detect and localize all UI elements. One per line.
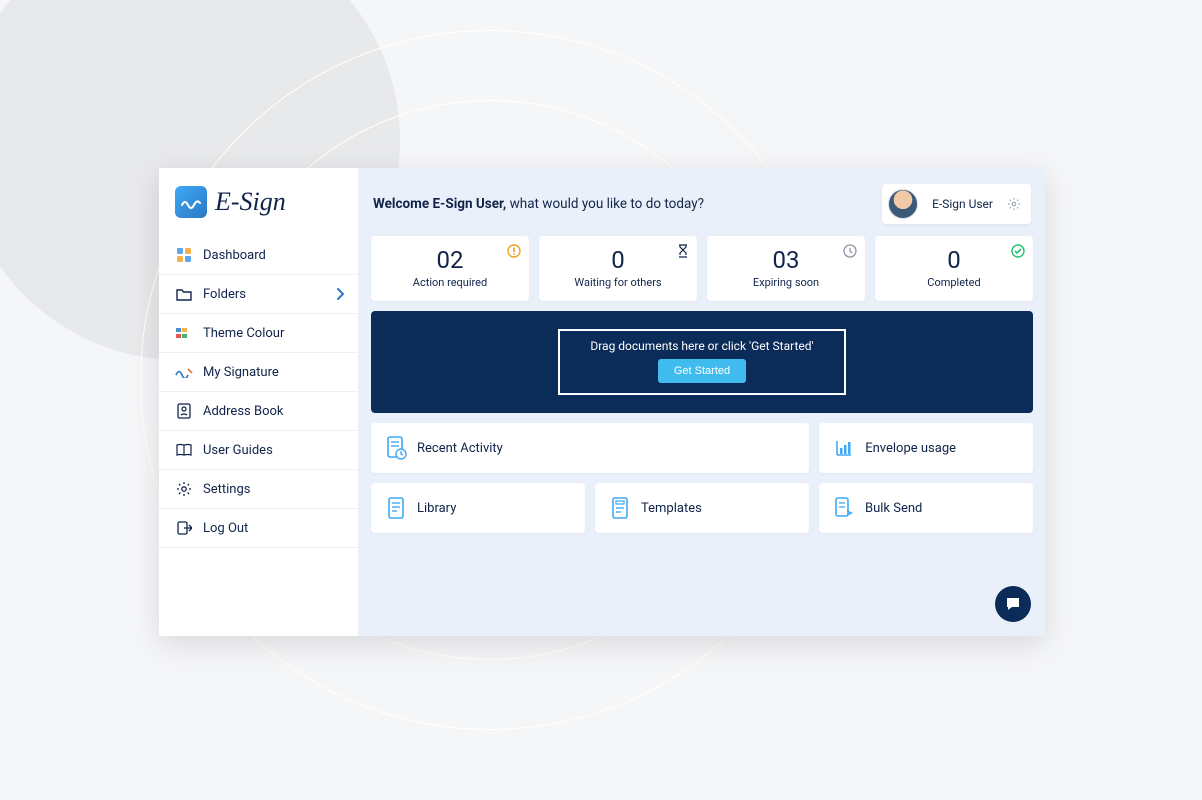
stat-expiring[interactable]: 03 Expiring soon [707, 236, 865, 301]
dropzone[interactable]: Drag documents here or click 'Get Starte… [558, 329, 845, 395]
stats-row: 02 Action required 0 Waiting for others … [371, 236, 1033, 301]
stat-waiting[interactable]: 0 Waiting for others [539, 236, 697, 301]
sidebar: E-Sign Dashboard Folders [159, 168, 359, 636]
stat-label: Waiting for others [547, 276, 689, 289]
sidebar-item-label: User Guides [203, 443, 273, 458]
row-activity-usage: Recent Activity Envelope usage [371, 423, 1033, 473]
hourglass-icon [677, 244, 689, 258]
chevron-right-icon [336, 288, 344, 300]
sidebar-item-signature[interactable]: My Signature [159, 353, 358, 392]
user-menu[interactable]: E-Sign User [882, 184, 1031, 224]
card-bulk-send[interactable]: Bulk Send [819, 483, 1033, 533]
sidebar-item-label: Settings [203, 482, 250, 497]
bar-chart-icon [833, 435, 855, 461]
card-label: Bulk Send [865, 501, 922, 516]
sidebar-item-label: Theme Colour [203, 326, 284, 341]
sidebar-item-label: Folders [203, 287, 246, 302]
sidebar-item-settings[interactable]: Settings [159, 470, 358, 509]
folder-icon [175, 285, 193, 303]
stat-value: 02 [379, 246, 521, 274]
logout-icon [175, 519, 193, 537]
card-label: Library [417, 501, 456, 516]
topbar: Welcome E-Sign User, what would you like… [371, 180, 1033, 226]
bulk-send-icon [833, 495, 855, 521]
alert-icon [507, 244, 521, 258]
main-panel: Welcome E-Sign User, what would you like… [359, 168, 1045, 636]
brand-logo: E-Sign [159, 168, 358, 236]
brand-name: E-Sign [215, 187, 286, 217]
chat-fab[interactable] [995, 586, 1031, 622]
sidebar-item-theme[interactable]: Theme Colour [159, 314, 358, 353]
sidebar-item-label: My Signature [203, 365, 279, 380]
user-name: E-Sign User [932, 197, 993, 211]
dropzone-hint: Drag documents here or click 'Get Starte… [590, 339, 813, 353]
row-library-templates-bulk: Library Templates Bulk Send [371, 483, 1033, 533]
sidebar-item-label: Dashboard [203, 248, 266, 263]
sidebar-nav: Dashboard Folders Theme Colour [159, 236, 358, 548]
stat-value: 0 [883, 246, 1025, 274]
sidebar-item-dashboard[interactable]: Dashboard [159, 236, 358, 275]
card-library[interactable]: Library [371, 483, 585, 533]
stat-label: Action required [379, 276, 521, 289]
sidebar-item-label: Log Out [203, 521, 248, 536]
avatar [888, 189, 918, 219]
dashboard-icon [175, 246, 193, 264]
sidebar-item-label: Address Book [203, 404, 283, 419]
clock-icon [843, 244, 857, 258]
stat-value: 03 [715, 246, 857, 274]
signature-icon [175, 363, 193, 381]
chat-icon [1004, 595, 1022, 613]
card-recent-activity[interactable]: Recent Activity [371, 423, 809, 473]
check-icon [1011, 244, 1025, 258]
sidebar-item-folders[interactable]: Folders [159, 275, 358, 314]
stat-label: Expiring soon [715, 276, 857, 289]
stat-completed[interactable]: 0 Completed [875, 236, 1033, 301]
book-icon [175, 441, 193, 459]
get-started-button[interactable]: Get Started [658, 359, 746, 383]
stat-label: Completed [883, 276, 1025, 289]
welcome-prefix: Welcome E-Sign User, [373, 196, 506, 212]
theme-icon [175, 324, 193, 342]
sidebar-item-addressbook[interactable]: Address Book [159, 392, 358, 431]
stat-value: 0 [547, 246, 689, 274]
document-icon [385, 495, 407, 521]
card-templates[interactable]: Templates [595, 483, 809, 533]
sidebar-item-guides[interactable]: User Guides [159, 431, 358, 470]
document-clock-icon [385, 435, 407, 461]
welcome-suffix: what would you like to do today? [506, 196, 704, 212]
card-envelope-usage[interactable]: Envelope usage [819, 423, 1033, 473]
stat-action-required[interactable]: 02 Action required [371, 236, 529, 301]
welcome-text: Welcome E-Sign User, what would you like… [373, 196, 704, 212]
logo-icon [175, 186, 207, 218]
card-label: Recent Activity [417, 441, 503, 456]
upload-panel: Drag documents here or click 'Get Starte… [371, 311, 1033, 413]
gear-icon [175, 480, 193, 498]
card-label: Templates [641, 501, 702, 516]
template-icon [609, 495, 631, 521]
address-book-icon [175, 402, 193, 420]
card-label: Envelope usage [865, 441, 956, 456]
app-window: E-Sign Dashboard Folders [159, 168, 1045, 636]
sidebar-item-logout[interactable]: Log Out [159, 509, 358, 548]
gear-icon[interactable] [1007, 197, 1021, 211]
